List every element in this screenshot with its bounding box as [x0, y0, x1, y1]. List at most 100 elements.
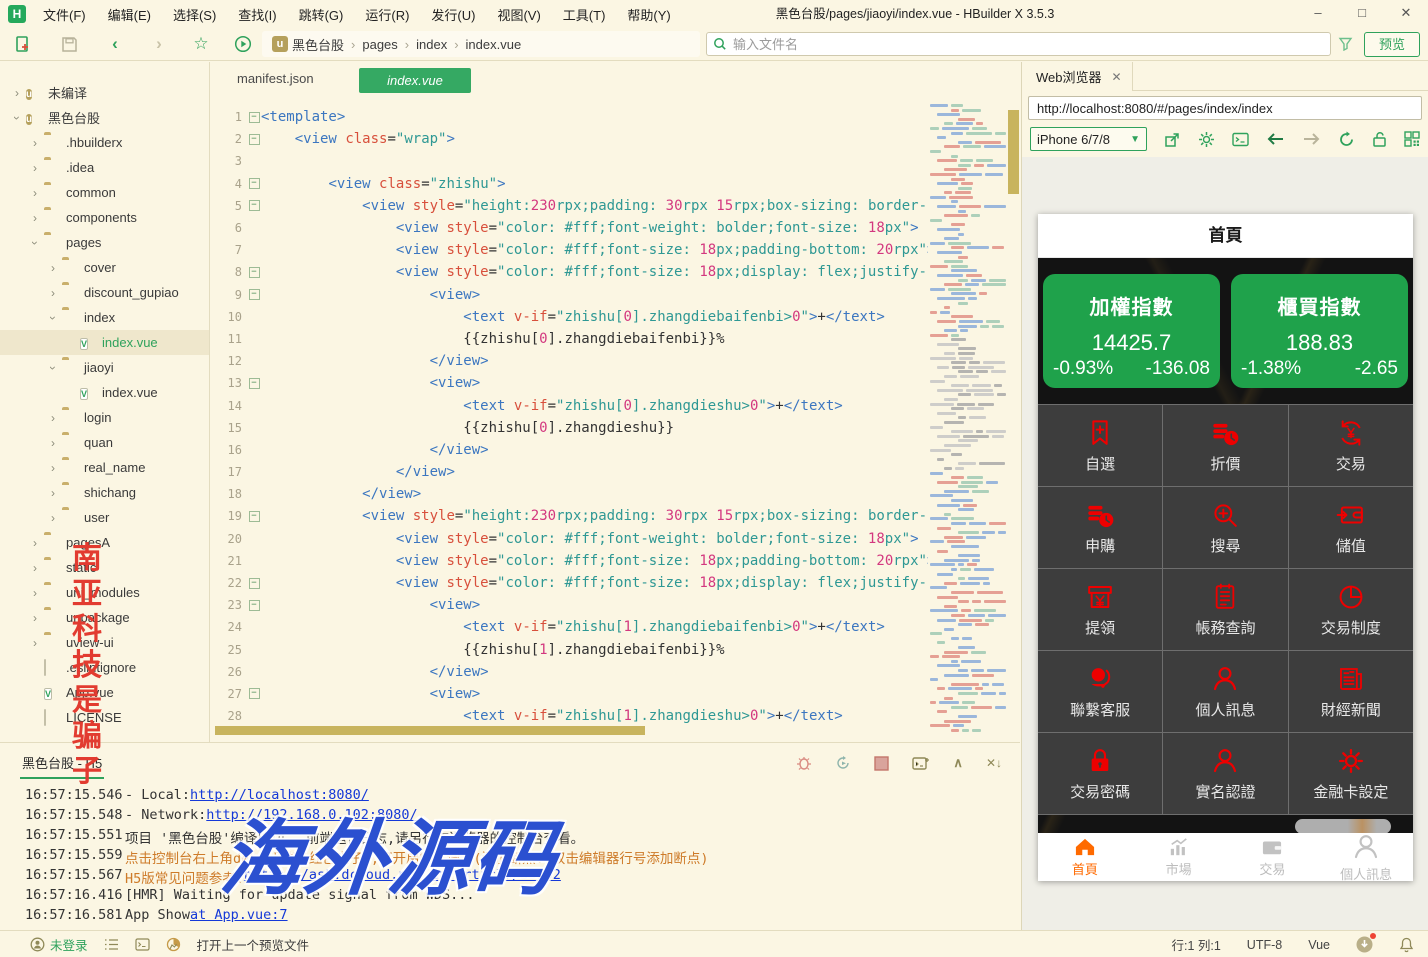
clear-console-icon[interactable]: ✕↓ [986, 756, 1002, 770]
refresh-icon[interactable] [1338, 131, 1355, 148]
update-download-icon[interactable] [1356, 936, 1373, 953]
phone-tab-市場[interactable]: 市場 [1132, 833, 1226, 881]
url-input[interactable] [1028, 96, 1422, 120]
line-number[interactable]: 20 [211, 532, 247, 546]
chevron-down-icon[interactable]: › [10, 111, 24, 125]
tree-item-index.vue[interactable]: Vindex.vue [0, 380, 209, 405]
line-number[interactable]: 12 [211, 354, 247, 368]
grid-item-個人訊息[interactable]: 個人訊息 [1163, 651, 1287, 732]
collapse-panel-icon[interactable]: ∧ [953, 755, 963, 771]
close-button[interactable]: ✕ [1384, 0, 1428, 28]
console-link[interactable]: http://192.168.0.102:8080/ [206, 807, 417, 827]
tree-item-unpackage[interactable]: ›unpackage [0, 605, 209, 630]
fold-marker-icon[interactable]: − [247, 134, 261, 145]
stop-icon[interactable] [874, 756, 889, 771]
menu-item[interactable]: 帮助(Y) [616, 5, 681, 24]
tree-item-pagesa[interactable]: ›pagesA [0, 530, 209, 555]
chevron-down-icon[interactable]: › [46, 361, 60, 375]
tree-item-license[interactable]: LICENSE [0, 705, 209, 730]
line-number[interactable]: 3 [211, 154, 247, 168]
chevron-right-icon[interactable]: › [28, 211, 42, 225]
tab-index-vue[interactable]: index.vue [359, 68, 471, 93]
chevron-right-icon[interactable]: › [46, 511, 60, 525]
line-number[interactable]: 1 [211, 110, 247, 124]
grid-item-財經新聞[interactable]: 財經新聞 [1289, 651, 1413, 732]
tree-item-real_name[interactable]: ›real_name [0, 455, 209, 480]
chevron-right-icon[interactable]: › [46, 486, 60, 500]
line-number[interactable]: 21 [211, 554, 247, 568]
tree-item-user[interactable]: ›user [0, 505, 209, 530]
line-number[interactable]: 7 [211, 243, 247, 257]
grid-item-儲值[interactable]: 儲值 [1289, 487, 1413, 568]
fold-marker-icon[interactable]: − [247, 511, 261, 522]
grid-item-交易制度[interactable]: 交易制度 [1289, 569, 1413, 650]
line-number[interactable]: 23 [211, 598, 247, 612]
save-button[interactable] [58, 33, 80, 55]
breadcrumb-item[interactable]: index.vue [466, 37, 522, 52]
tree-item-discount_gupiao[interactable]: ›discount_gupiao [0, 280, 209, 305]
line-number[interactable]: 24 [211, 620, 247, 634]
line-number[interactable]: 16 [211, 443, 247, 457]
breadcrumb-item[interactable]: pages [362, 37, 397, 52]
line-number[interactable]: 6 [211, 221, 247, 235]
nav-forward-icon[interactable] [1302, 132, 1321, 146]
settings-gear-icon[interactable] [1198, 131, 1215, 148]
line-number[interactable]: 25 [211, 643, 247, 657]
open-previous-preview[interactable]: 打开上一个预览文件 [197, 935, 310, 954]
line-number[interactable]: 2 [211, 132, 247, 146]
open-external-icon[interactable] [1164, 131, 1181, 148]
chevron-down-icon[interactable]: › [46, 311, 60, 325]
tree-item-index[interactable]: ›index [0, 305, 209, 330]
menu-item[interactable]: 运行(R) [354, 5, 420, 24]
console-link[interactable]: at App.vue:7 [190, 907, 288, 927]
tree-item-index.vue[interactable]: Vindex.vue [0, 330, 209, 355]
chevron-right-icon[interactable]: › [46, 286, 60, 300]
menu-item[interactable]: 工具(T) [552, 5, 617, 24]
line-number[interactable]: 9 [211, 288, 247, 302]
tree-item-jiaoyi[interactable]: ›jiaoyi [0, 355, 209, 380]
tree-item-cover[interactable]: ›cover [0, 255, 209, 280]
chevron-right-icon[interactable]: › [46, 411, 60, 425]
outline-icon[interactable] [104, 938, 119, 951]
grid-item-提領[interactable]: 提領 [1038, 569, 1162, 650]
tab-manifest-json[interactable]: manifest.json [237, 71, 314, 86]
tree-item-.eslintignore[interactable]: .eslintignore [0, 655, 209, 680]
grid-item-自選[interactable]: 自選 [1038, 405, 1162, 486]
line-number[interactable]: 13 [211, 376, 247, 390]
login-status[interactable]: 未登录 [30, 935, 88, 954]
chevron-right-icon[interactable]: › [10, 86, 24, 100]
line-number[interactable]: 22 [211, 576, 247, 590]
line-number[interactable]: 11 [211, 332, 247, 346]
tree-item-uni_modules[interactable]: ›uni_modules [0, 580, 209, 605]
horizontal-scrollbar-thumb[interactable] [215, 726, 645, 735]
menu-item[interactable]: 选择(S) [162, 5, 227, 24]
tree-item-.idea[interactable]: ›.idea [0, 155, 209, 180]
tree-item-[interactable]: ›u未编译 [0, 80, 209, 105]
grid-item-聯繫客服[interactable]: 聯繫客服 [1038, 651, 1162, 732]
chevron-right-icon[interactable]: › [28, 586, 42, 600]
back-button[interactable]: ‹ [104, 33, 126, 55]
fold-marker-icon[interactable]: − [247, 112, 261, 123]
grid-item-交易[interactable]: 交易 [1289, 405, 1413, 486]
chevron-right-icon[interactable]: › [28, 636, 42, 650]
line-number[interactable]: 18 [211, 487, 247, 501]
menu-item[interactable]: 文件(F) [32, 5, 97, 24]
chevron-right-icon[interactable]: › [46, 261, 60, 275]
index-card[interactable]: 加權指數14425.7-0.93%-136.08 [1043, 274, 1220, 388]
fold-marker-icon[interactable]: − [247, 267, 261, 278]
menu-item[interactable]: 视图(V) [486, 5, 551, 24]
preview-history-icon[interactable] [166, 937, 181, 952]
chevron-right-icon[interactable]: › [28, 611, 42, 625]
line-number[interactable]: 27 [211, 687, 247, 701]
terminal-status-icon[interactable] [135, 938, 150, 951]
tree-item-pages[interactable]: ›pages [0, 230, 209, 255]
tree-item-static[interactable]: ›static [0, 555, 209, 580]
breadcrumb-item[interactable]: index [416, 37, 447, 52]
minimap[interactable] [928, 104, 1006, 732]
device-selector[interactable]: iPhone 6/7/8 ▼ [1030, 127, 1147, 151]
phone-tab-個人訊息[interactable]: 個人訊息 [1319, 833, 1413, 881]
line-number[interactable]: 26 [211, 665, 247, 679]
code-editor[interactable]: 1−<template>2− <view class="wrap">3 4− <… [211, 98, 1020, 742]
menu-item[interactable]: 发行(U) [420, 5, 486, 24]
grid-item-金融卡設定[interactable]: 金融卡設定 [1289, 733, 1413, 814]
